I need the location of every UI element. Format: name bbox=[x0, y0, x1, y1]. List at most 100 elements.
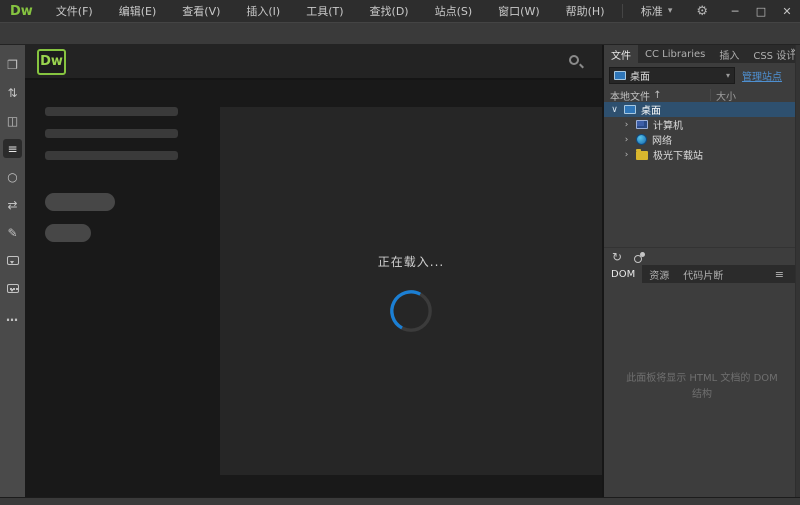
column-divider[interactable] bbox=[710, 89, 711, 101]
loading-spinner bbox=[388, 288, 434, 334]
loading-skeleton bbox=[45, 107, 215, 242]
left-tool-strip: ❐ ⇅ ◫ ≡ ○ ⇄ ✎ … bbox=[0, 45, 25, 497]
main-area: ❐ ⇅ ◫ ≡ ○ ⇄ ✎ … Dw 正在载入... bbox=[0, 45, 800, 497]
secondary-toolbar bbox=[0, 22, 800, 45]
window-controls: ─ □ ✕ bbox=[722, 0, 800, 22]
tree-row-1[interactable]: ∨ 桌面 bbox=[604, 102, 800, 117]
status-bar bbox=[0, 497, 800, 505]
right-dock-panel: » 文件CC Libraries插入CSS 设计器≡ 桌面 ▾ 管理站点 本地文… bbox=[604, 45, 800, 497]
desktop-icon bbox=[614, 71, 626, 80]
files-panel-tabs: 文件CC Libraries插入CSS 设计器≡ bbox=[604, 45, 800, 63]
network-icon bbox=[636, 134, 647, 145]
apply-comment-icon-shape bbox=[7, 256, 19, 265]
app-logo: Dw bbox=[0, 4, 43, 19]
chevron-collapsed-icon[interactable]: › bbox=[622, 135, 631, 145]
file-activity-icon[interactable] bbox=[634, 252, 647, 262]
tab-dom[interactable]: DOM bbox=[604, 265, 642, 283]
menu-6[interactable]: 查找(D) bbox=[357, 0, 422, 22]
site-selector-dropdown[interactable]: 桌面 ▾ bbox=[609, 67, 735, 84]
file-tree: ∨ 桌面 › 计算机 › 网络 › 极光下载站 bbox=[604, 102, 800, 247]
welcome-content-panel: 正在载入... bbox=[220, 107, 602, 475]
skeleton-bar bbox=[45, 129, 178, 138]
menu-9[interactable]: 帮助(H) bbox=[553, 0, 618, 22]
files-column-header[interactable]: 本地文件 ↑ 大小 bbox=[604, 88, 800, 102]
collapse-panels-icon[interactable]: » bbox=[786, 46, 800, 56]
folder-icon bbox=[636, 151, 648, 160]
customize-toolbar-icon[interactable]: … bbox=[3, 307, 22, 326]
skeleton-pill bbox=[45, 193, 115, 211]
code-comment-icon[interactable] bbox=[3, 279, 22, 298]
manage-sites-link[interactable]: 管理站点 bbox=[742, 68, 782, 83]
menu-3[interactable]: 查看(V) bbox=[169, 0, 233, 22]
tab-文件[interactable]: 文件 bbox=[604, 45, 638, 63]
edit-brush-icon[interactable]: ✎ bbox=[3, 223, 22, 242]
tree-label: 桌面 bbox=[641, 102, 661, 117]
app-window: Dw 文件(F)编辑(E)查看(V)插入(I)工具(T)查找(D)站点(S)窗口… bbox=[0, 0, 800, 505]
tab-插入[interactable]: 插入 bbox=[712, 45, 746, 63]
menu-list: 文件(F)编辑(E)查看(V)插入(I)工具(T)查找(D)站点(S)窗口(W)… bbox=[43, 0, 618, 22]
tree-row-2[interactable]: › 计算机 bbox=[604, 117, 800, 132]
skeleton-bar bbox=[45, 151, 178, 160]
sort-ascending-icon: ↑ bbox=[653, 90, 661, 101]
tree-label: 极光下载站 bbox=[653, 147, 703, 162]
format-source-icon[interactable]: ≡ bbox=[3, 139, 22, 158]
tab-代码片断[interactable]: 代码片断 bbox=[676, 265, 730, 283]
welcome-body: 正在载入... bbox=[25, 80, 602, 497]
tree-label: 计算机 bbox=[653, 117, 683, 132]
chevron-down-icon: ▾ bbox=[668, 6, 673, 16]
desktop-icon bbox=[624, 105, 636, 114]
document-area: Dw 正在载入... bbox=[25, 45, 604, 497]
open-documents-icon[interactable]: ❐ bbox=[3, 55, 22, 74]
dreamweaver-badge: Dw bbox=[37, 49, 66, 75]
search-lens bbox=[569, 55, 579, 65]
tab-cc-libraries[interactable]: CC Libraries bbox=[638, 45, 712, 63]
menu-5[interactable]: 工具(T) bbox=[293, 0, 356, 22]
dom-panel-menu-icon[interactable]: ≡ bbox=[775, 265, 786, 283]
tree-row-3[interactable]: › 网络 bbox=[604, 132, 800, 147]
dock-edge[interactable] bbox=[795, 45, 800, 497]
titlebar-right: 标准 ▾ ⚙ ─ □ ✕ bbox=[631, 0, 800, 22]
dom-panel-content: 此面板将显示 HTML 文档的 DOM 结构 bbox=[604, 283, 800, 497]
close-button[interactable]: ✕ bbox=[774, 0, 800, 22]
workspace-switcher[interactable]: 标准 ▾ bbox=[631, 3, 683, 19]
tree-row-4[interactable]: › 极光下载站 bbox=[604, 147, 800, 162]
tree-label: 网络 bbox=[652, 132, 672, 147]
column-size[interactable]: 大小 bbox=[716, 88, 736, 103]
skeleton-bar bbox=[45, 107, 178, 116]
menu-bar: Dw 文件(F)编辑(E)查看(V)插入(I)工具(T)查找(D)站点(S)窗口… bbox=[0, 0, 800, 22]
menu-1[interactable]: 文件(F) bbox=[43, 0, 106, 22]
menu-2[interactable]: 编辑(E) bbox=[106, 0, 170, 22]
minimize-button[interactable]: ─ bbox=[722, 0, 748, 22]
selection-target-icon[interactable]: ○ bbox=[3, 167, 22, 186]
workspace-label: 标准 bbox=[641, 3, 663, 19]
site-selector-row: 桌面 ▾ 管理站点 bbox=[604, 63, 800, 88]
chevron-collapsed-icon[interactable]: › bbox=[622, 150, 631, 160]
menu-separator bbox=[622, 4, 623, 18]
column-local-files[interactable]: 本地文件 bbox=[610, 88, 650, 103]
skeleton-pill bbox=[45, 224, 91, 242]
site-selector-value: 桌面 bbox=[630, 68, 650, 83]
search-handle bbox=[579, 63, 584, 68]
files-panel-footer: ↻ bbox=[604, 247, 800, 265]
file-management-icon[interactable]: ⇅ bbox=[3, 83, 22, 102]
dom-section: DOM资源代码片断 ≡ 此面板将显示 HTML 文档的 DOM 结构 bbox=[604, 265, 800, 497]
refresh-icon[interactable]: ↻ bbox=[612, 250, 622, 264]
maximize-button[interactable]: □ bbox=[748, 0, 774, 22]
extend-view-icon[interactable]: ⇄ bbox=[3, 195, 22, 214]
search-icon[interactable] bbox=[568, 54, 584, 70]
sync-settings-gear-icon[interactable]: ⚙ bbox=[682, 4, 722, 19]
chevron-expanded-icon[interactable]: ∨ bbox=[610, 105, 619, 115]
chevron-down-icon: ▾ bbox=[726, 71, 730, 80]
welcome-header: Dw bbox=[25, 45, 602, 80]
tab-资源[interactable]: 资源 bbox=[642, 265, 676, 283]
menu-8[interactable]: 窗口(W) bbox=[485, 0, 552, 22]
loading-text: 正在载入... bbox=[378, 253, 444, 270]
menu-7[interactable]: 站点(S) bbox=[422, 0, 486, 22]
live-inspect-icon[interactable]: ◫ bbox=[3, 111, 22, 130]
menu-4[interactable]: 插入(I) bbox=[233, 0, 293, 22]
code-comment-icon-shape bbox=[7, 284, 19, 293]
dom-panel-tabs: DOM资源代码片断 ≡ bbox=[604, 265, 800, 283]
dom-placeholder-text: 此面板将显示 HTML 文档的 DOM 结构 bbox=[623, 371, 781, 403]
chevron-collapsed-icon[interactable]: › bbox=[622, 120, 631, 130]
apply-comment-icon[interactable] bbox=[3, 251, 22, 270]
